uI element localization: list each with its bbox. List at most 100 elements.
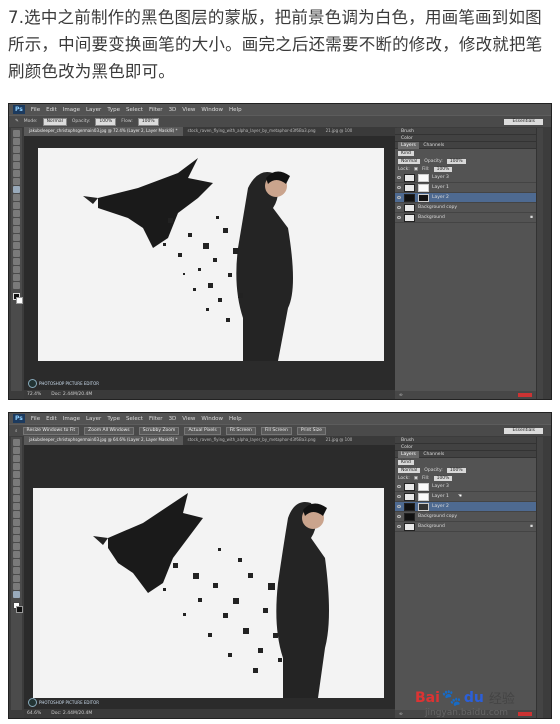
menu-select[interactable]: Select bbox=[126, 416, 143, 422]
type-tool-icon[interactable] bbox=[13, 559, 20, 566]
menu-3d[interactable]: 3D bbox=[169, 107, 177, 113]
panel-scrollbar[interactable] bbox=[536, 128, 543, 399]
layer-row[interactable]: Layer 1 ☚ bbox=[395, 492, 543, 502]
tab-document-main[interactable]: jakubsleeper_christophsgermain03.jpg @ 6… bbox=[24, 436, 183, 445]
menu-file[interactable]: File bbox=[31, 107, 40, 113]
background-color-swatch[interactable] bbox=[16, 606, 23, 613]
layer-row[interactable]: Layer 1 bbox=[395, 183, 543, 193]
layer-fill-field[interactable]: 100% bbox=[433, 475, 453, 481]
menu-layer[interactable]: Layer bbox=[86, 416, 101, 422]
menu-file[interactable]: File bbox=[31, 416, 40, 422]
blend-mode-select[interactable]: Normal bbox=[398, 158, 421, 164]
brush-panel-header[interactable]: Brush bbox=[395, 128, 543, 135]
resize-windows-checkbox[interactable]: Resize Windows to Fit bbox=[22, 426, 80, 435]
menu-view[interactable]: View bbox=[182, 416, 195, 422]
tab-document-21[interactable]: 21.jpg @ 100 bbox=[321, 436, 358, 445]
zoom-tool-icon[interactable] bbox=[13, 282, 20, 289]
menu-type[interactable]: Type bbox=[107, 107, 120, 113]
menu-window[interactable]: Window bbox=[201, 416, 223, 422]
shape-tool-icon[interactable] bbox=[13, 266, 20, 273]
menu-window[interactable]: Window bbox=[201, 107, 223, 113]
visibility-eye-icon[interactable] bbox=[397, 186, 401, 189]
zoom-tool-icon[interactable] bbox=[13, 591, 20, 598]
tab-document-21[interactable]: 21.jpg @ 100 bbox=[321, 127, 358, 136]
history-brush-icon[interactable] bbox=[13, 511, 20, 518]
menu-type[interactable]: Type bbox=[107, 416, 120, 422]
move-tool-icon[interactable] bbox=[13, 130, 20, 137]
tab-document-raven[interactable]: stock_raven_flying_with_alpha_layer_by_m… bbox=[183, 436, 321, 445]
fill-screen-button[interactable]: Fill Screen bbox=[260, 426, 292, 435]
visibility-eye-icon[interactable] bbox=[397, 495, 401, 498]
type-tool-icon[interactable] bbox=[13, 250, 20, 257]
menu-image[interactable]: Image bbox=[63, 107, 80, 113]
brush-tool-icon[interactable] bbox=[13, 186, 20, 193]
tab-document-raven[interactable]: stock_raven_flying_with_alpha_layer_by_m… bbox=[183, 127, 321, 136]
link-layers-icon[interactable]: ∞ bbox=[399, 393, 403, 398]
canvas-area[interactable]: PHOTOSHOP PICTURE EDITOR bbox=[24, 445, 397, 710]
tab-document-main[interactable]: jakubsleeper_christophsgermain03.jpg @ 7… bbox=[24, 127, 183, 136]
blur-tool-icon[interactable] bbox=[13, 226, 20, 233]
fit-screen-button[interactable]: Fit Screen bbox=[225, 426, 256, 435]
move-tool-icon[interactable] bbox=[13, 439, 20, 446]
menu-3d[interactable]: 3D bbox=[169, 416, 177, 422]
menu-filter[interactable]: Filter bbox=[149, 107, 163, 113]
tab-channels[interactable]: Channels bbox=[420, 451, 447, 458]
layer-mask-thumbnail[interactable] bbox=[418, 193, 429, 202]
lock-icon[interactable]: ▣ bbox=[414, 167, 418, 172]
layer-row[interactable]: Background ▪ bbox=[395, 522, 543, 532]
layer-mask-thumbnail[interactable] bbox=[418, 173, 429, 182]
eyedropper-tool-icon[interactable] bbox=[13, 479, 20, 486]
hand-tool-icon[interactable] bbox=[13, 583, 20, 590]
layer-opacity-field[interactable]: 100% bbox=[446, 467, 466, 473]
path-select-icon[interactable] bbox=[13, 258, 20, 265]
quick-select-tool-icon[interactable] bbox=[13, 463, 20, 470]
crop-tool-icon[interactable] bbox=[13, 471, 20, 478]
crop-tool-icon[interactable] bbox=[13, 162, 20, 169]
zoom-tool-icon[interactable]: ⌕ bbox=[15, 428, 18, 434]
visibility-eye-icon[interactable] bbox=[397, 196, 401, 199]
print-size-button[interactable]: Print Size bbox=[296, 426, 326, 435]
tab-layers[interactable]: Layers bbox=[398, 142, 419, 149]
layer-row[interactable]: Background ▪ bbox=[395, 213, 543, 223]
layer-fill-field[interactable]: 100% bbox=[433, 166, 453, 172]
blend-mode-select[interactable]: Normal bbox=[398, 467, 421, 473]
layer-row[interactable]: Layer 3 bbox=[395, 173, 543, 183]
stamp-tool-icon[interactable] bbox=[13, 194, 20, 201]
workspace-select[interactable]: Essentials bbox=[504, 118, 543, 125]
visibility-eye-icon[interactable] bbox=[397, 176, 401, 179]
visibility-eye-icon[interactable] bbox=[397, 525, 401, 528]
marquee-tool-icon[interactable] bbox=[13, 447, 20, 454]
kind-filter[interactable]: Kind bbox=[398, 150, 414, 156]
path-select-icon[interactable] bbox=[13, 567, 20, 574]
scrubby-zoom-checkbox[interactable]: Scrubby Zoom bbox=[138, 426, 180, 435]
zoom-level[interactable]: 72.4% bbox=[27, 392, 41, 397]
brush-tool-icon[interactable] bbox=[13, 495, 20, 502]
layer-mask-thumbnail[interactable] bbox=[418, 482, 429, 491]
menu-view[interactable]: View bbox=[182, 107, 195, 113]
layer-row[interactable]: Layer 3 bbox=[395, 482, 543, 492]
layer-mask-thumbnail[interactable] bbox=[418, 183, 429, 192]
workspace-select[interactable]: Essentials bbox=[504, 427, 543, 434]
shape-tool-icon[interactable] bbox=[13, 575, 20, 582]
eyedropper-tool-icon[interactable] bbox=[13, 170, 20, 177]
marquee-tool-icon[interactable] bbox=[13, 138, 20, 145]
pen-tool-icon[interactable] bbox=[13, 551, 20, 558]
kind-filter[interactable]: Kind bbox=[398, 459, 414, 465]
gradient-tool-icon[interactable] bbox=[13, 527, 20, 534]
hand-tool-icon[interactable] bbox=[13, 274, 20, 281]
healing-tool-icon[interactable] bbox=[13, 178, 20, 185]
layer-row-selected[interactable]: Layer 2 bbox=[395, 502, 543, 512]
blur-tool-icon[interactable] bbox=[13, 535, 20, 542]
gradient-tool-icon[interactable] bbox=[13, 218, 20, 225]
eraser-tool-icon[interactable] bbox=[13, 210, 20, 217]
visibility-eye-icon[interactable] bbox=[397, 515, 401, 518]
layer-mask-thumbnail[interactable] bbox=[418, 502, 429, 511]
layer-row[interactable]: Background copy bbox=[395, 512, 543, 522]
healing-tool-icon[interactable] bbox=[13, 487, 20, 494]
canvas-area[interactable]: PHOTOSHOP PICTURE EDITOR bbox=[24, 136, 397, 391]
zoom-all-windows-checkbox[interactable]: Zoom All Windows bbox=[84, 426, 134, 435]
pen-tool-icon[interactable] bbox=[13, 242, 20, 249]
menu-layer[interactable]: Layer bbox=[86, 107, 101, 113]
menu-filter[interactable]: Filter bbox=[149, 416, 163, 422]
layer-row-selected[interactable]: Layer 2 bbox=[395, 193, 543, 203]
